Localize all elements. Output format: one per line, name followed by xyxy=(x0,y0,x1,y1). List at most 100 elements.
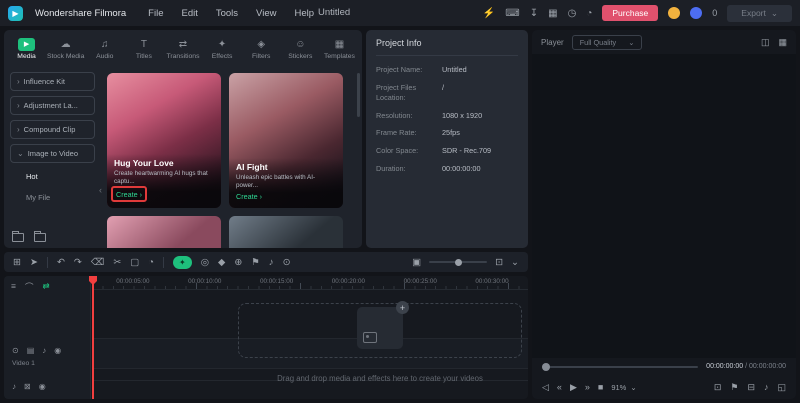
stop-button[interactable]: ■ xyxy=(598,382,603,392)
history-icon[interactable]: ◷ xyxy=(568,8,577,19)
card-thumbnail-partial[interactable] xyxy=(229,216,343,248)
undo-icon[interactable]: ↶ xyxy=(57,257,65,268)
playback-progress-slider[interactable] xyxy=(542,362,699,371)
field-value: 00:00:00:00 xyxy=(442,164,481,174)
track-header-column: ≡ ⌒ ⇄ ⊙ ▤ ♪ ◉ Video 1 ♪ ⊠ ◉ xyxy=(4,276,91,399)
sound-icon[interactable]: ♪ xyxy=(764,382,769,393)
preview-zoom-dropdown[interactable]: 91% ⌄ xyxy=(611,383,636,392)
ai-tools-button[interactable]: ✦ xyxy=(173,255,192,269)
split-icon[interactable]: ✂ xyxy=(113,257,121,268)
compare-view-icon[interactable]: ◫ xyxy=(761,37,770,48)
sidebar-item-my-file[interactable]: My File xyxy=(10,189,95,205)
timeline-panel: ≡ ⌒ ⇄ ⊙ ▤ ♪ ◉ Video 1 ♪ ⊠ ◉ 00:00:05:00 … xyxy=(4,276,528,399)
volume-icon[interactable]: ◁ xyxy=(542,382,549,393)
menu-edit[interactable]: Edit xyxy=(181,8,197,19)
tab-audio[interactable]: ♫ Audio xyxy=(85,38,124,60)
auto-ripple-icon[interactable]: ⇄ xyxy=(42,281,49,293)
tab-effects[interactable]: ✦ Effects xyxy=(203,38,242,60)
filters-icon: ◈ xyxy=(257,38,266,50)
delete-icon[interactable]: ⌫ xyxy=(91,257,104,268)
sidebar-item-compound-clip[interactable]: › Compound Clip xyxy=(10,120,95,139)
media-layout-icon[interactable]: ⊞ xyxy=(13,257,21,268)
zoom-to-fit-icon[interactable]: ⊡ xyxy=(495,257,503,268)
menu-help[interactable]: Help xyxy=(294,8,314,19)
menu-file[interactable]: File xyxy=(148,8,163,19)
render-preview-icon[interactable]: ▣ xyxy=(412,257,421,268)
snapshot-icon[interactable]: ⊡ xyxy=(714,382,722,393)
previous-frame-button[interactable]: « xyxy=(557,382,562,392)
display-settings-icon[interactable]: ⊟ xyxy=(747,382,755,393)
notification-bell-icon[interactable]: ◔ xyxy=(586,8,592,19)
playhead[interactable] xyxy=(89,276,97,399)
export-button[interactable]: Export ⌄ xyxy=(727,4,792,22)
folder-icon[interactable] xyxy=(12,231,24,242)
lock-icon[interactable]: ⊠ xyxy=(24,382,31,391)
zoom-slider-handle[interactable] xyxy=(455,258,463,266)
tab-titles[interactable]: T Titles xyxy=(124,38,163,60)
sidebar-item-image-to-video[interactable]: ⌄ Image to Video xyxy=(10,144,95,163)
marker-icon[interactable]: ⚑ xyxy=(251,257,260,268)
select-tool-icon[interactable]: ➤ xyxy=(30,257,38,268)
sidebar-item-hot[interactable]: Hot xyxy=(10,168,95,184)
field-resolution: Resolution: 1080 x 1920 xyxy=(376,111,518,121)
video-preview-area[interactable] xyxy=(532,54,796,358)
points-coin-blue-icon[interactable] xyxy=(690,7,703,19)
speed-ramping-icon[interactable]: ◔ xyxy=(148,257,154,268)
promotion-icon[interactable]: ⚡ xyxy=(483,8,495,19)
media-drop-zone[interactable]: + xyxy=(238,301,522,358)
redo-icon[interactable]: ↷ xyxy=(74,257,82,268)
toolbar-caret-icon[interactable]: ⌄ xyxy=(511,257,519,268)
tab-media[interactable]: ▶ Media xyxy=(7,37,46,60)
keyboard-shortcut-icon[interactable]: ⌨ xyxy=(505,8,519,19)
timeline-ruler[interactable]: 00:00:05:00 00:00:10:00 00:00:15:00 00:0… xyxy=(92,276,528,290)
manage-tracks-icon[interactable]: ≡ xyxy=(11,281,16,293)
layout-icon[interactable]: ▦ xyxy=(548,8,557,19)
field-value: SDR - Rec.709 xyxy=(442,146,492,156)
tab-stock-media[interactable]: ☁ Stock Media xyxy=(46,38,85,60)
play-button[interactable]: ▶ xyxy=(570,382,577,393)
sidebar-item-influence-kit[interactable]: › Influence Kit xyxy=(10,72,95,91)
folder-add-icon[interactable] xyxy=(34,231,46,242)
next-frame-button[interactable]: » xyxy=(585,382,590,392)
mark-icon[interactable]: ⚑ xyxy=(730,382,738,393)
download-icon[interactable]: ↧ xyxy=(530,8,538,19)
mask-icon[interactable]: ◎ xyxy=(201,257,209,268)
card-ai-fight[interactable]: AI Fight Unleash epic battles with AI-po… xyxy=(229,73,343,208)
mute-track-icon[interactable]: ♪ xyxy=(12,382,16,391)
quality-dropdown[interactable]: Full Quality ⌄ xyxy=(571,34,643,50)
crop-icon[interactable]: ▢ xyxy=(130,257,139,268)
tab-filters[interactable]: ◈ Filters xyxy=(242,38,281,60)
tab-transitions[interactable]: ⇄ Transitions xyxy=(163,38,202,60)
fullscreen-icon[interactable]: ◱ xyxy=(777,382,786,393)
timeline-track-area[interactable]: 00:00:05:00 00:00:10:00 00:00:15:00 00:0… xyxy=(89,276,528,399)
menu-tools[interactable]: Tools xyxy=(216,8,238,19)
eye-icon[interactable]: ◉ xyxy=(54,346,61,355)
tab-stickers[interactable]: ☺ Stickers xyxy=(281,38,320,60)
chevron-right-icon: › xyxy=(17,101,20,110)
menu-view[interactable]: View xyxy=(256,8,276,19)
snap-icon[interactable]: ⌒ xyxy=(25,281,34,293)
voiceover-icon[interactable]: ♪ xyxy=(269,257,274,268)
create-link[interactable]: Create › xyxy=(236,192,262,201)
add-media-icon[interactable]: + xyxy=(396,301,409,314)
tab-templates[interactable]: ▦ Templates xyxy=(320,38,359,60)
card-hug-your-love[interactable]: Hug Your Love Create heartwarming AI hug… xyxy=(107,73,221,208)
grid-view-icon[interactable]: ▦ xyxy=(778,37,787,48)
media-scrollbar[interactable] xyxy=(357,73,360,117)
camera-icon[interactable]: ⊙ xyxy=(12,346,19,355)
create-link[interactable]: Create › xyxy=(116,190,142,199)
media-placeholder[interactable]: + xyxy=(357,301,409,349)
sidebar-item-adjustment-layer[interactable]: › Adjustment La... xyxy=(10,96,95,115)
keyframe-icon[interactable]: ◆ xyxy=(218,257,225,268)
mute-track-icon[interactable]: ♪ xyxy=(42,346,46,355)
purchase-button[interactable]: Purchase xyxy=(602,5,659,21)
timeline-zoom-slider[interactable] xyxy=(429,258,488,266)
folder-icon[interactable]: ▤ xyxy=(27,346,35,355)
progress-handle[interactable] xyxy=(542,362,550,371)
tab-audio-label: Audio xyxy=(96,52,114,60)
points-coin-yellow-icon[interactable] xyxy=(668,7,681,19)
chroma-key-icon[interactable]: ⊕ xyxy=(234,257,242,268)
eye-icon[interactable]: ◉ xyxy=(39,382,46,391)
card-thumbnail-partial[interactable] xyxy=(107,216,221,248)
screen-record-icon[interactable]: ⊙ xyxy=(283,257,291,268)
